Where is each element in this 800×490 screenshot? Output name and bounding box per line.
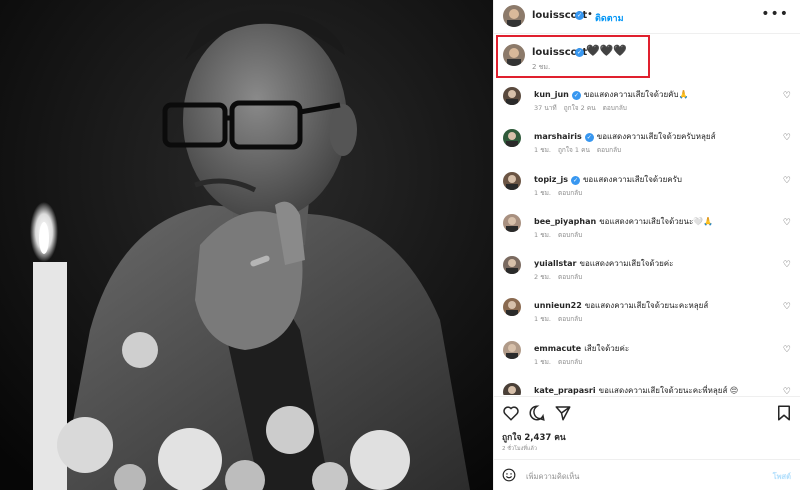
comment-line: kate_prapasri ขอแสดงความเสียใจด้วยนะคะพี่… <box>534 384 738 395</box>
comment-username[interactable]: kun_jun <box>534 90 569 99</box>
heart-icon[interactable]: ♡ <box>783 218 791 228</box>
separator-dot: • <box>587 9 593 20</box>
comment-username[interactable]: kate_prapasri <box>534 386 596 395</box>
more-icon[interactable]: ••• <box>761 6 789 22</box>
comment-meta: 1 ชม. ถูกใจ 1 คน ตอบกลับ <box>534 145 628 155</box>
post-photo <box>0 0 493 490</box>
avatar[interactable] <box>503 298 521 317</box>
follow-button[interactable]: ติดตาม <box>595 11 624 25</box>
comment-item: marshairis ✓ ขอแสดงความเสียใจด้วยครับหลุยส… <box>494 127 800 169</box>
reply-button[interactable]: ตอบกลับ <box>558 315 582 323</box>
verified-icon: ✓ <box>571 91 581 100</box>
avatar[interactable] <box>503 383 521 395</box>
comment-time: 37 นาที <box>534 104 557 112</box>
comment-item: unnieun22 ขอแสดงความเสียใจด้วยนะคะหลุยส์ 1… <box>494 296 800 338</box>
comment-meta: 1 ชม. ตอบกลับ <box>534 314 589 324</box>
comment-line: unnieun22 ขอแสดงความเสียใจด้วยนะคะหลุยส์ <box>534 299 708 312</box>
comment-text: เสียใจด้วยค่ะ <box>584 343 630 353</box>
avatar[interactable] <box>503 44 525 66</box>
comment-text: ขอแสดงความเสียใจด้วยนะคะพี่หลุยส์ 😔 <box>598 386 739 395</box>
comment-username[interactable]: bee_piyaphan <box>534 217 596 226</box>
avatar[interactable] <box>503 87 521 105</box>
comments-panel: louisscott ✓ • ติดตาม ••• louisscott ✓ 🖤… <box>493 0 800 490</box>
comment-text: ขอแสดงความเสียใจด้วยนะคะหลุยส์ <box>584 301 709 311</box>
avatar[interactable] <box>503 213 521 232</box>
comment-likes[interactable]: ถูกใจ 1 คน <box>558 146 590 154</box>
reply-button[interactable]: ตอบกลับ <box>597 146 621 154</box>
heart-icon[interactable]: ♡ <box>783 260 791 270</box>
comment-meta: 2 ชม. ตอบกลับ <box>534 272 589 282</box>
reply-button[interactable]: ตอบกลับ <box>558 231 582 239</box>
post-button[interactable]: โพสต์ <box>773 471 791 483</box>
comment-likes[interactable]: ถูกใจ 2 คน <box>564 104 596 112</box>
comment-username[interactable]: marshairis <box>534 132 582 141</box>
comment-time: 1 ชม. <box>534 188 551 197</box>
comment-line: topiz_js ✓ ขอแสดงความเสียใจด้วยครับ <box>534 173 682 186</box>
comment-item: kun_jun ✓ ขอแสดงความเสียใจด้วยคับ🙏 37 นาที ถ… <box>494 85 800 127</box>
comment-time: 1 ชม. <box>534 230 551 239</box>
avatar[interactable] <box>503 340 521 359</box>
verified-icon: ✓ <box>575 48 584 57</box>
comment-text: ขอแสดงความเสียใจด้วยนะ🤍🙏 <box>599 216 714 226</box>
emoji-icon[interactable] <box>502 468 516 482</box>
reply-button[interactable]: ตอบกลับ <box>558 358 582 366</box>
comment-item: bee_piyaphan ขอแสดงความเสียใจด้วยนะ🤍🙏 1 ชม… <box>494 212 800 254</box>
post-header: louisscott ✓ • ติดตาม ••• <box>494 0 800 34</box>
comment-line: emmacute เสียใจด้วยค่ะ <box>534 342 629 355</box>
comment-username[interactable]: emmacute <box>534 344 581 353</box>
comment-text: ขอแสดงความเสียใจด้วยคับ🙏 <box>583 90 689 99</box>
comment-meta: 1 ชม. ตอบกลับ <box>534 188 589 198</box>
comment-line: yuiallstar ขอแสดงความเสียใจด้วยค่ะ <box>534 257 673 270</box>
action-bar: ถูกใจ 2,437 คน 2 ชั่วโมงที่แล้ว เพิ่มควา… <box>494 396 800 490</box>
verified-icon: ✓ <box>584 133 594 143</box>
comment-time: 1 ชม. <box>534 146 551 155</box>
comment-username[interactable]: topiz_js <box>534 175 568 184</box>
comment-time: 2 ชม. <box>534 273 551 282</box>
comment-username[interactable]: yuiallstar <box>534 259 576 268</box>
comment-item: topiz_js ✓ ขอแสดงความเสียใจด้วยครับ 1 ชม. ตอ… <box>494 170 800 212</box>
comment-item: kate_prapasri ขอแสดงความเสียใจด้วยนะคะพี่… <box>494 381 800 395</box>
comment-line: marshairis ✓ ขอแสดงความเสียใจด้วยครับหลุยส… <box>534 130 716 143</box>
caption-text: 🖤🖤🖤 <box>586 44 628 57</box>
avatar[interactable] <box>503 5 525 27</box>
comment-list[interactable]: kun_jun ✓ ขอแสดงความเสียใจด้วยคับ🙏 37 นาทีถ… <box>494 85 800 395</box>
reply-button[interactable]: ตอบกลับ <box>558 189 582 197</box>
heart-icon[interactable]: ♡ <box>783 345 791 355</box>
verified-icon: ✓ <box>575 11 584 20</box>
comment-meta: 1 ชม. ตอบกลับ <box>534 357 589 367</box>
post-image <box>0 0 493 490</box>
avatar[interactable] <box>503 171 521 190</box>
heart-icon[interactable]: ♡ <box>783 302 791 312</box>
comment-icon[interactable] <box>528 404 546 422</box>
heart-icon[interactable]: ♡ <box>783 91 791 101</box>
reply-button[interactable]: ตอบกลับ <box>603 104 627 112</box>
avatar[interactable] <box>503 256 521 275</box>
avatar[interactable] <box>503 129 521 148</box>
comment-time: 1 ชม. <box>534 357 551 366</box>
comment-line: bee_piyaphan ขอแสดงความเสียใจด้วยนะ🤍🙏 <box>534 215 713 228</box>
comment-time: 1 ชม. <box>534 315 551 324</box>
heart-icon[interactable]: ♡ <box>783 176 791 186</box>
comment-item: emmacute เสียใจด้วยค่ะ 1 ชม. ตอบกลับ ♡ <box>494 339 800 381</box>
share-icon[interactable] <box>554 404 572 422</box>
heart-icon[interactable]: ♡ <box>783 387 791 395</box>
comment-input[interactable]: เพิ่มความคิดเห็น <box>526 471 579 483</box>
verified-icon: ✓ <box>570 175 580 185</box>
reply-button[interactable]: ตอบกลับ <box>558 273 582 281</box>
comment-text: ขอแสดงความเสียใจด้วยครับหลุยส์ <box>596 132 716 142</box>
comment-line: kun_jun ✓ ขอแสดงความเสียใจด้วยคับ🙏 <box>534 88 689 101</box>
heart-icon[interactable]: ♡ <box>783 133 791 143</box>
comment-meta: 37 นาที ถูกใจ 2 คน ตอบกลับ <box>534 103 634 113</box>
comment-item: yuiallstar ขอแสดงความเสียใจด้วยค่ะ 2 ชม. ตอ… <box>494 254 800 296</box>
bookmark-icon[interactable] <box>775 404 793 422</box>
heart-icon[interactable] <box>502 404 520 422</box>
caption-time: 2 ชม. <box>532 63 551 71</box>
comment-text: ขอแสดงความเสียใจด้วยครับ <box>582 174 682 184</box>
comment-meta: 1 ชม. ตอบกลับ <box>534 230 589 240</box>
like-count[interactable]: ถูกใจ 2,437 คน <box>502 430 566 444</box>
posted-time: 2 ชั่วโมงที่แล้ว <box>502 446 537 452</box>
comment-username[interactable]: unnieun22 <box>534 301 582 310</box>
comment-text: ขอแสดงความเสียใจด้วยค่ะ <box>579 259 674 269</box>
add-comment-bar: เพิ่มความคิดเห็น โพสต์ <box>494 459 800 490</box>
